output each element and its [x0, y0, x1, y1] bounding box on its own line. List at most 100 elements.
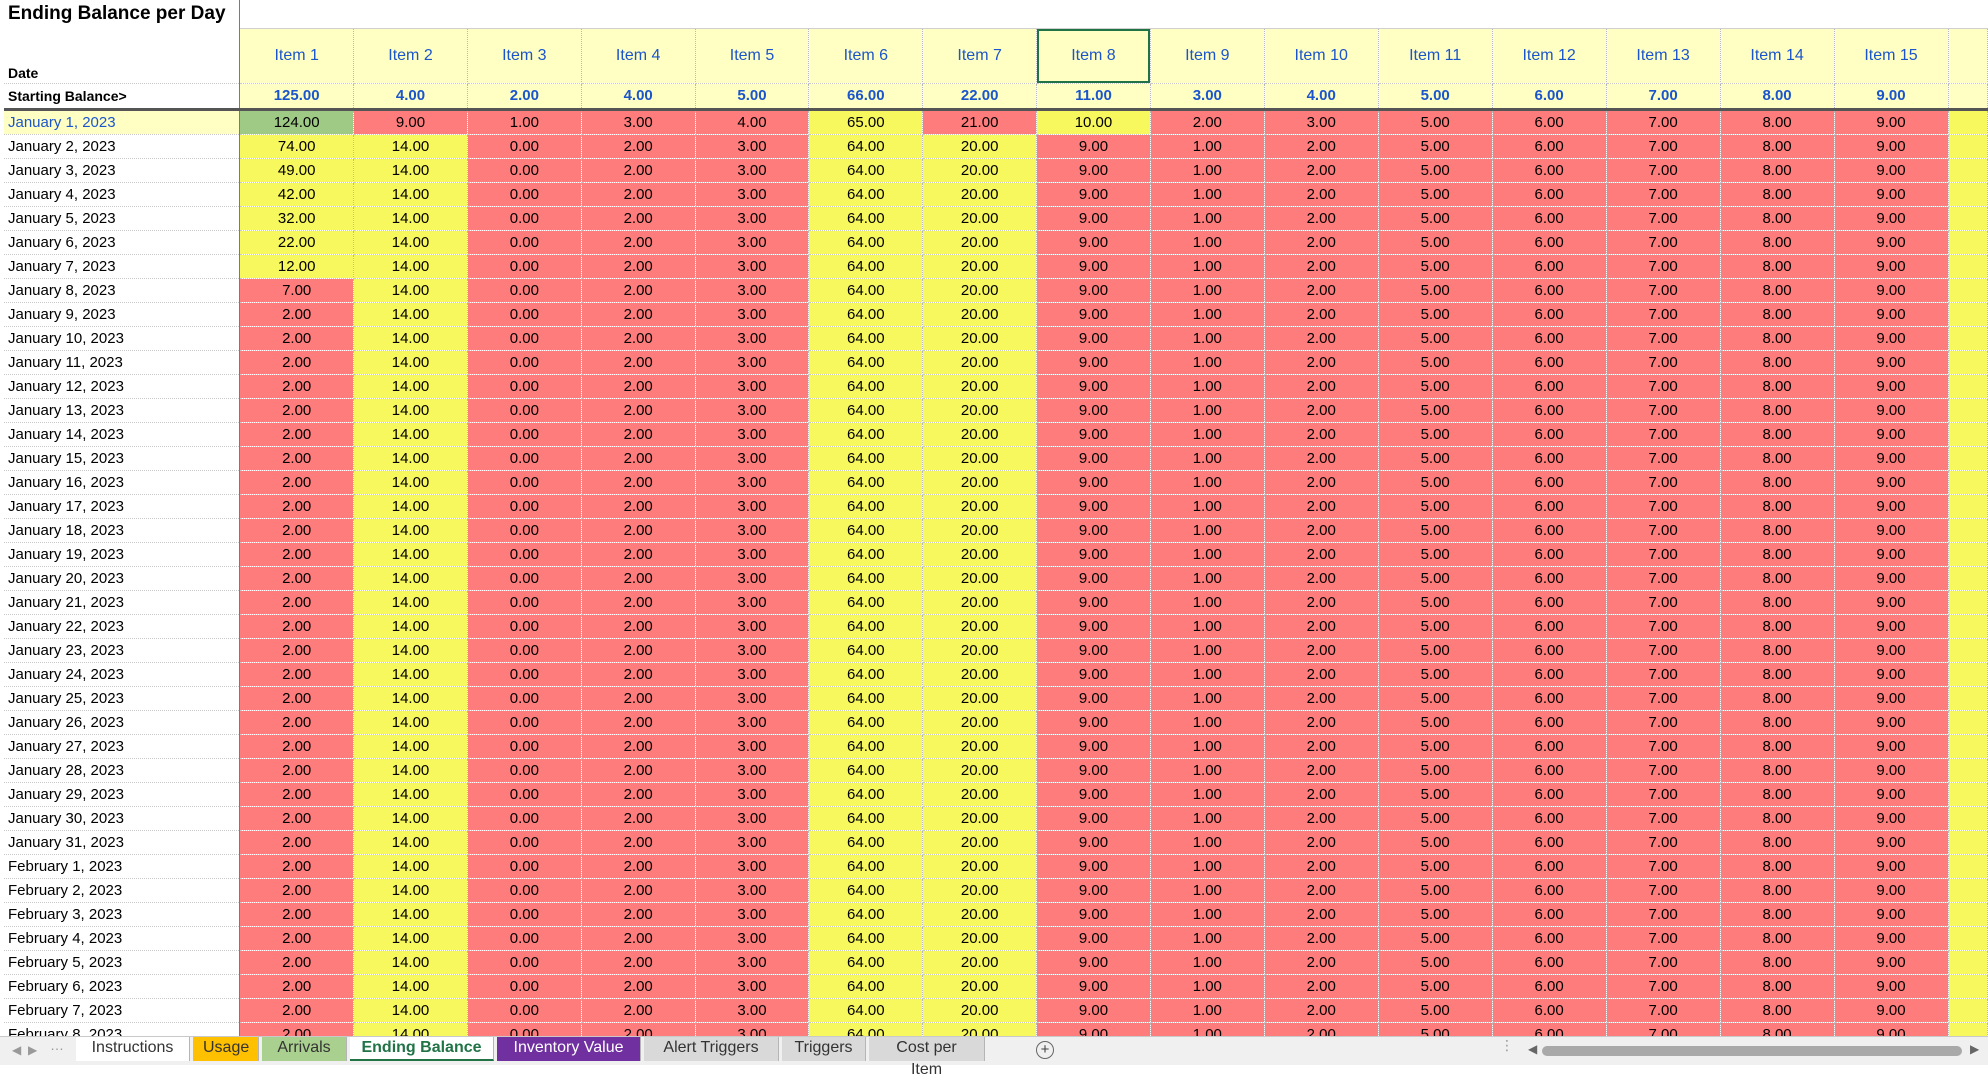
date-cell[interactable]: January 10, 2023 [4, 326, 241, 351]
balance-cell[interactable]: 9.00 [1036, 758, 1151, 783]
balance-cell[interactable]: 2.00 [239, 638, 355, 663]
balance-cell[interactable]: 64.00 [808, 878, 924, 903]
balance-cell[interactable]: 9.00 [1036, 854, 1151, 879]
balance-cell[interactable]: 14.00 [353, 662, 468, 687]
balance-cell[interactable]: 1.00 [1150, 566, 1265, 591]
balance-cell[interactable]: 2.00 [581, 878, 696, 903]
balance-cell[interactable]: 8.00 [1720, 374, 1835, 399]
balance-cell[interactable]: 9.00 [1834, 758, 1949, 783]
balance-cell[interactable]: 2.00 [1264, 182, 1379, 207]
balance-cell[interactable]: 1.00 [1150, 182, 1265, 207]
balance-cell[interactable]: 8.00 [1720, 590, 1835, 615]
starting-balance-cell[interactable]: 22.00 [922, 83, 1038, 111]
balance-cell[interactable]: 0.00 [467, 686, 582, 711]
balance-cell[interactable]: 6.00 [1492, 926, 1607, 951]
balance-cell[interactable]: 7.00 [1606, 326, 1721, 351]
balance-cell[interactable]: 6.00 [1492, 278, 1607, 303]
balance-cell[interactable]: 64.00 [808, 806, 924, 831]
balance-cell[interactable]: 1.00 [1150, 158, 1265, 183]
date-cell[interactable]: January 12, 2023 [4, 374, 241, 399]
starting-balance-cell[interactable]: 5.00 [1378, 83, 1493, 111]
balance-cell[interactable]: 3.00 [695, 1022, 810, 1036]
sheet-tab[interactable]: Instructions [76, 1037, 190, 1061]
balance-cell[interactable]: 0.00 [467, 590, 582, 615]
date-cell[interactable]: January 1, 2023 [4, 109, 241, 135]
balance-cell[interactable]: 9.00 [1834, 134, 1949, 159]
balance-cell[interactable]: 7.00 [1606, 542, 1721, 567]
balance-cell[interactable]: 0.00 [467, 158, 582, 183]
balance-cell[interactable]: 2.00 [581, 830, 696, 855]
balance-cell[interactable]: 64.00 [808, 326, 924, 351]
balance-cell[interactable]: 0.00 [467, 758, 582, 783]
balance-cell[interactable]: 2.00 [1264, 278, 1379, 303]
balance-cell[interactable]: 14.00 [353, 758, 468, 783]
balance-cell[interactable]: 1.00 [1150, 926, 1265, 951]
balance-cell[interactable]: 14.00 [353, 374, 468, 399]
ellipsis-icon[interactable]: … [50, 1037, 64, 1053]
balance-cell[interactable]: 20.00 [922, 1022, 1038, 1036]
balance-cell[interactable]: 20.00 [922, 302, 1038, 327]
item-column-header[interactable]: Item 4 [581, 28, 696, 84]
balance-cell[interactable]: 5.00 [1378, 230, 1493, 255]
starting-balance-cell[interactable]: 4.00 [581, 83, 696, 111]
balance-cell[interactable]: 0.00 [467, 542, 582, 567]
balance-cell[interactable]: 2.00 [1264, 446, 1379, 471]
balance-cell[interactable]: 9.00 [1834, 974, 1949, 999]
balance-cell[interactable]: 8.00 [1720, 998, 1835, 1023]
starting-balance-cell[interactable]: 66.00 [808, 83, 924, 111]
balance-cell[interactable]: 2.00 [1264, 254, 1379, 279]
balance-cell[interactable]: 8.00 [1720, 134, 1835, 159]
overflow-column-cell[interactable] [1948, 854, 1988, 879]
balance-cell[interactable]: 5.00 [1378, 686, 1493, 711]
balance-cell[interactable]: 9.00 [1036, 686, 1151, 711]
balance-cell[interactable]: 14.00 [353, 998, 468, 1023]
balance-cell[interactable]: 2.00 [581, 302, 696, 327]
balance-cell[interactable]: 20.00 [922, 854, 1038, 879]
date-cell[interactable]: January 7, 2023 [4, 254, 241, 279]
balance-cell[interactable]: 9.00 [1036, 614, 1151, 639]
balance-cell[interactable]: 7.00 [1606, 734, 1721, 759]
balance-cell[interactable]: 14.00 [353, 902, 468, 927]
balance-cell[interactable]: 8.00 [1720, 638, 1835, 663]
balance-cell[interactable]: 20.00 [922, 398, 1038, 423]
balance-cell[interactable]: 0.00 [467, 134, 582, 159]
balance-cell[interactable]: 7.00 [239, 278, 355, 303]
balance-cell[interactable]: 9.00 [1036, 278, 1151, 303]
balance-cell[interactable]: 20.00 [922, 950, 1038, 975]
balance-cell[interactable]: 2.00 [1264, 854, 1379, 879]
overflow-column-cell[interactable] [1948, 134, 1988, 159]
balance-cell[interactable]: 64.00 [808, 758, 924, 783]
sheet-tab[interactable]: Alert Triggers [644, 1037, 779, 1061]
balance-cell[interactable]: 9.00 [1036, 230, 1151, 255]
balance-cell[interactable]: 7.00 [1606, 902, 1721, 927]
starting-balance-cell[interactable]: 6.00 [1492, 83, 1607, 111]
balance-cell[interactable]: 3.00 [695, 854, 810, 879]
balance-cell[interactable]: 2.00 [239, 590, 355, 615]
balance-cell[interactable]: 0.00 [467, 614, 582, 639]
balance-cell[interactable]: 2.00 [1264, 926, 1379, 951]
balance-cell[interactable]: 7.00 [1606, 614, 1721, 639]
balance-cell[interactable]: 0.00 [467, 518, 582, 543]
balance-cell[interactable]: 9.00 [1834, 854, 1949, 879]
sheet-tab[interactable]: Ending Balance [350, 1037, 494, 1061]
balance-cell[interactable]: 2.00 [1264, 566, 1379, 591]
balance-cell[interactable]: 7.00 [1606, 134, 1721, 159]
date-column-header[interactable]: Date [4, 28, 241, 84]
starting-balance-cell[interactable]: 4.00 [353, 83, 468, 111]
item-column-header[interactable]: Item 2 [353, 28, 468, 84]
balance-cell[interactable]: 9.00 [1834, 518, 1949, 543]
balance-cell[interactable]: 20.00 [922, 518, 1038, 543]
balance-cell[interactable]: 2.00 [1264, 830, 1379, 855]
balance-cell[interactable]: 8.00 [1720, 494, 1835, 519]
balance-cell[interactable]: 14.00 [353, 518, 468, 543]
balance-cell[interactable]: 3.00 [695, 350, 810, 375]
balance-cell[interactable]: 9.00 [1036, 134, 1151, 159]
balance-cell[interactable]: 2.00 [1264, 494, 1379, 519]
balance-cell[interactable]: 64.00 [808, 686, 924, 711]
balance-cell[interactable]: 14.00 [353, 566, 468, 591]
balance-cell[interactable]: 2.00 [1264, 326, 1379, 351]
balance-cell[interactable]: 9.00 [1834, 662, 1949, 687]
balance-cell[interactable]: 8.00 [1720, 902, 1835, 927]
balance-cell[interactable]: 3.00 [695, 590, 810, 615]
balance-cell[interactable]: 1.00 [1150, 806, 1265, 831]
